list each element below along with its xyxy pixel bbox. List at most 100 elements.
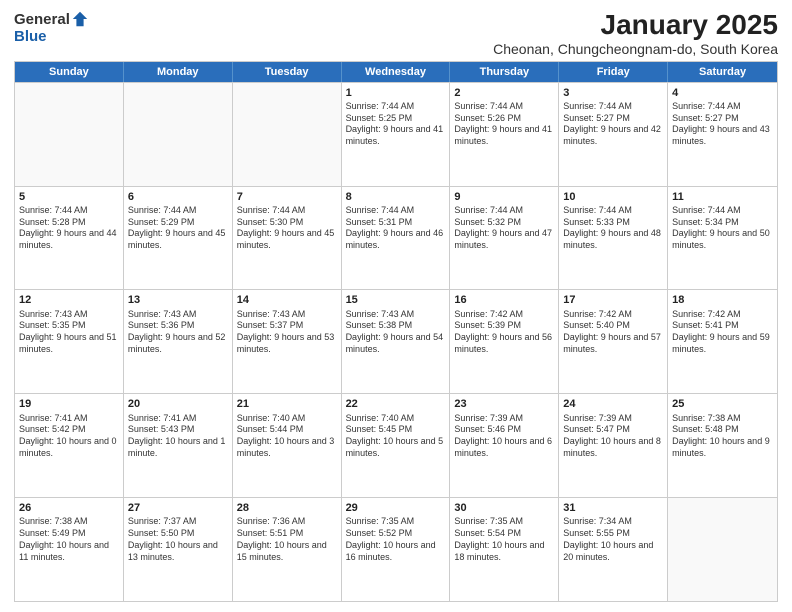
day-info: Daylight: 9 hours and 57 minutes.: [563, 332, 663, 355]
day-info: Daylight: 9 hours and 42 minutes.: [563, 124, 663, 147]
day-info: Daylight: 10 hours and 16 minutes.: [346, 540, 446, 563]
day-cell-29: 29Sunrise: 7:35 AMSunset: 5:52 PMDayligh…: [342, 498, 451, 601]
day-info: Sunrise: 7:39 AM: [454, 413, 554, 425]
day-cell-24: 24 Sunrise: 7:39 AMSunset: 5:47 PMDayligh…: [559, 394, 668, 497]
week-row-2: 5Sunrise: 7:44 AMSunset: 5:28 PMDaylight…: [15, 186, 777, 290]
day-info: Sunrise: 7:36 AM: [237, 516, 337, 528]
day-info: Sunset: 5:51 PM: [237, 528, 337, 540]
day-info: Sunrise: 7:44 AM: [128, 205, 228, 217]
day-number: 6: [128, 190, 228, 204]
day-info: Sunrise: 7:44 AM: [346, 205, 446, 217]
day-cell-20: 20Sunrise: 7:41 AMSunset: 5:43 PMDayligh…: [124, 394, 233, 497]
day-info: Sunrise: 7:44 AM: [346, 101, 446, 113]
day-cell-26: 26Sunrise: 7:38 AMSunset: 5:49 PMDayligh…: [15, 498, 124, 601]
day-info: Daylight: 9 hours and 48 minutes.: [563, 228, 663, 251]
empty-cell: [233, 83, 342, 186]
day-cell-27: 27Sunrise: 7:37 AMSunset: 5:50 PMDayligh…: [124, 498, 233, 601]
day-info: Sunrise: 7:39 AM: [563, 413, 663, 425]
day-number: 22: [346, 397, 446, 411]
day-info: Sunrise: 7:43 AM: [346, 309, 446, 321]
day-header-monday: Monday: [124, 62, 233, 82]
header: General Blue January 2025 Cheonan, Chung…: [14, 10, 778, 57]
day-number: 17: [563, 293, 663, 307]
day-info: Sunset: 5:42 PM: [19, 424, 119, 436]
week-row-3: 12Sunrise: 7:43 AMSunset: 5:35 PMDayligh…: [15, 289, 777, 393]
week-row-1: 1Sunrise: 7:44 AMSunset: 5:25 PMDaylight…: [15, 82, 777, 186]
day-info: Daylight: 10 hours and 6 minutes.: [454, 436, 554, 459]
day-info: Sunrise: 7:43 AM: [19, 309, 119, 321]
day-number: 4: [672, 86, 773, 100]
day-cell-25: 25Sunrise: 7:38 AMSunset: 5:48 PMDayligh…: [668, 394, 777, 497]
day-cell-7: 7Sunrise: 7:44 AMSunset: 5:30 PMDaylight…: [233, 187, 342, 290]
day-info: Sunrise: 7:42 AM: [563, 309, 663, 321]
day-number: 10: [563, 190, 663, 204]
day-cell-23: 23Sunrise: 7:39 AMSunset: 5:46 PMDayligh…: [450, 394, 559, 497]
day-info: Daylight: 10 hours and 13 minutes.: [128, 540, 228, 563]
day-cell-2: 2Sunrise: 7:44 AMSunset: 5:26 PMDaylight…: [450, 83, 559, 186]
day-number: 31: [563, 501, 663, 515]
day-number: 19: [19, 397, 119, 411]
day-info: Daylight: 9 hours and 41 minutes.: [346, 124, 446, 147]
logo-icon: [71, 10, 89, 28]
day-info: Daylight: 10 hours and 20 minutes.: [563, 540, 663, 563]
day-cell-3: 3Sunrise: 7:44 AMSunset: 5:27 PMDaylight…: [559, 83, 668, 186]
day-info: Daylight: 10 hours and 9 minutes.: [672, 436, 773, 459]
day-info: Daylight: 9 hours and 59 minutes.: [672, 332, 773, 355]
day-info: Sunrise: 7:34 AM: [563, 516, 663, 528]
calendar-header: SundayMondayTuesdayWednesdayThursdayFrid…: [15, 62, 777, 82]
day-cell-30: 30Sunrise: 7:35 AMSunset: 5:54 PMDayligh…: [450, 498, 559, 601]
day-info: Sunrise: 7:44 AM: [672, 205, 773, 217]
logo-blue-text: Blue: [14, 28, 47, 45]
day-info: Sunrise: 7:44 AM: [454, 205, 554, 217]
day-info: Sunset: 5:27 PM: [563, 113, 663, 125]
day-info: Sunset: 5:47 PM: [563, 424, 663, 436]
day-cell-28: 28Sunrise: 7:36 AMSunset: 5:51 PMDayligh…: [233, 498, 342, 601]
day-info: Daylight: 9 hours and 50 minutes.: [672, 228, 773, 251]
day-cell-11: 11Sunrise: 7:44 AMSunset: 5:34 PMDayligh…: [668, 187, 777, 290]
day-info: Sunrise: 7:35 AM: [346, 516, 446, 528]
day-info: Daylight: 10 hours and 11 minutes.: [19, 540, 119, 563]
day-info: Sunset: 5:43 PM: [128, 424, 228, 436]
day-number: 26: [19, 501, 119, 515]
day-cell-14: 14Sunrise: 7:43 AMSunset: 5:37 PMDayligh…: [233, 290, 342, 393]
day-info: Sunset: 5:49 PM: [19, 528, 119, 540]
day-info: Daylight: 10 hours and 5 minutes.: [346, 436, 446, 459]
day-number: 16: [454, 293, 554, 307]
day-number: 24: [563, 397, 663, 411]
day-info: Sunrise: 7:38 AM: [672, 413, 773, 425]
day-info: Daylight: 10 hours and 1 minute.: [128, 436, 228, 459]
day-info: Sunset: 5:45 PM: [346, 424, 446, 436]
day-info: Daylight: 10 hours and 3 minutes.: [237, 436, 337, 459]
day-info: Sunset: 5:28 PM: [19, 217, 119, 229]
day-info: Sunset: 5:25 PM: [346, 113, 446, 125]
day-info: Sunrise: 7:44 AM: [563, 101, 663, 113]
week-row-4: 19 Sunrise: 7:41 AMSunset: 5:42 PM Dayligh…: [15, 393, 777, 497]
day-number: 28: [237, 501, 337, 515]
day-cell-17: 17Sunrise: 7:42 AMSunset: 5:40 PMDayligh…: [559, 290, 668, 393]
day-info: Daylight: 9 hours and 47 minutes.: [454, 228, 554, 251]
day-info: Sunset: 5:29 PM: [128, 217, 228, 229]
day-info: Sunrise: 7:41 AM: [19, 413, 119, 425]
calendar: SundayMondayTuesdayWednesdayThursdayFrid…: [14, 61, 778, 602]
day-cell-5: 5Sunrise: 7:44 AMSunset: 5:28 PMDaylight…: [15, 187, 124, 290]
day-number: 1: [346, 86, 446, 100]
day-info: Sunset: 5:26 PM: [454, 113, 554, 125]
day-info: Sunset: 5:31 PM: [346, 217, 446, 229]
day-info: Sunrise: 7:40 AM: [237, 413, 337, 425]
empty-cell: [124, 83, 233, 186]
day-info: Daylight: 9 hours and 43 minutes.: [672, 124, 773, 147]
day-info: Sunset: 5:39 PM: [454, 320, 554, 332]
day-cell-1: 1Sunrise: 7:44 AMSunset: 5:25 PMDaylight…: [342, 83, 451, 186]
day-info: Sunset: 5:35 PM: [19, 320, 119, 332]
day-cell-9: 9Sunrise: 7:44 AMSunset: 5:32 PMDaylight…: [450, 187, 559, 290]
day-number: 15: [346, 293, 446, 307]
day-info: Sunset: 5:54 PM: [454, 528, 554, 540]
logo: General Blue: [14, 10, 89, 45]
day-info: Daylight: 10 hours and 8 minutes.: [563, 436, 663, 459]
day-info: Sunrise: 7:44 AM: [237, 205, 337, 217]
day-info: Sunset: 5:33 PM: [563, 217, 663, 229]
day-cell-6: 6Sunrise: 7:44 AMSunset: 5:29 PMDaylight…: [124, 187, 233, 290]
day-info: Sunset: 5:27 PM: [672, 113, 773, 125]
day-number: 30: [454, 501, 554, 515]
day-info: Sunrise: 7:37 AM: [128, 516, 228, 528]
